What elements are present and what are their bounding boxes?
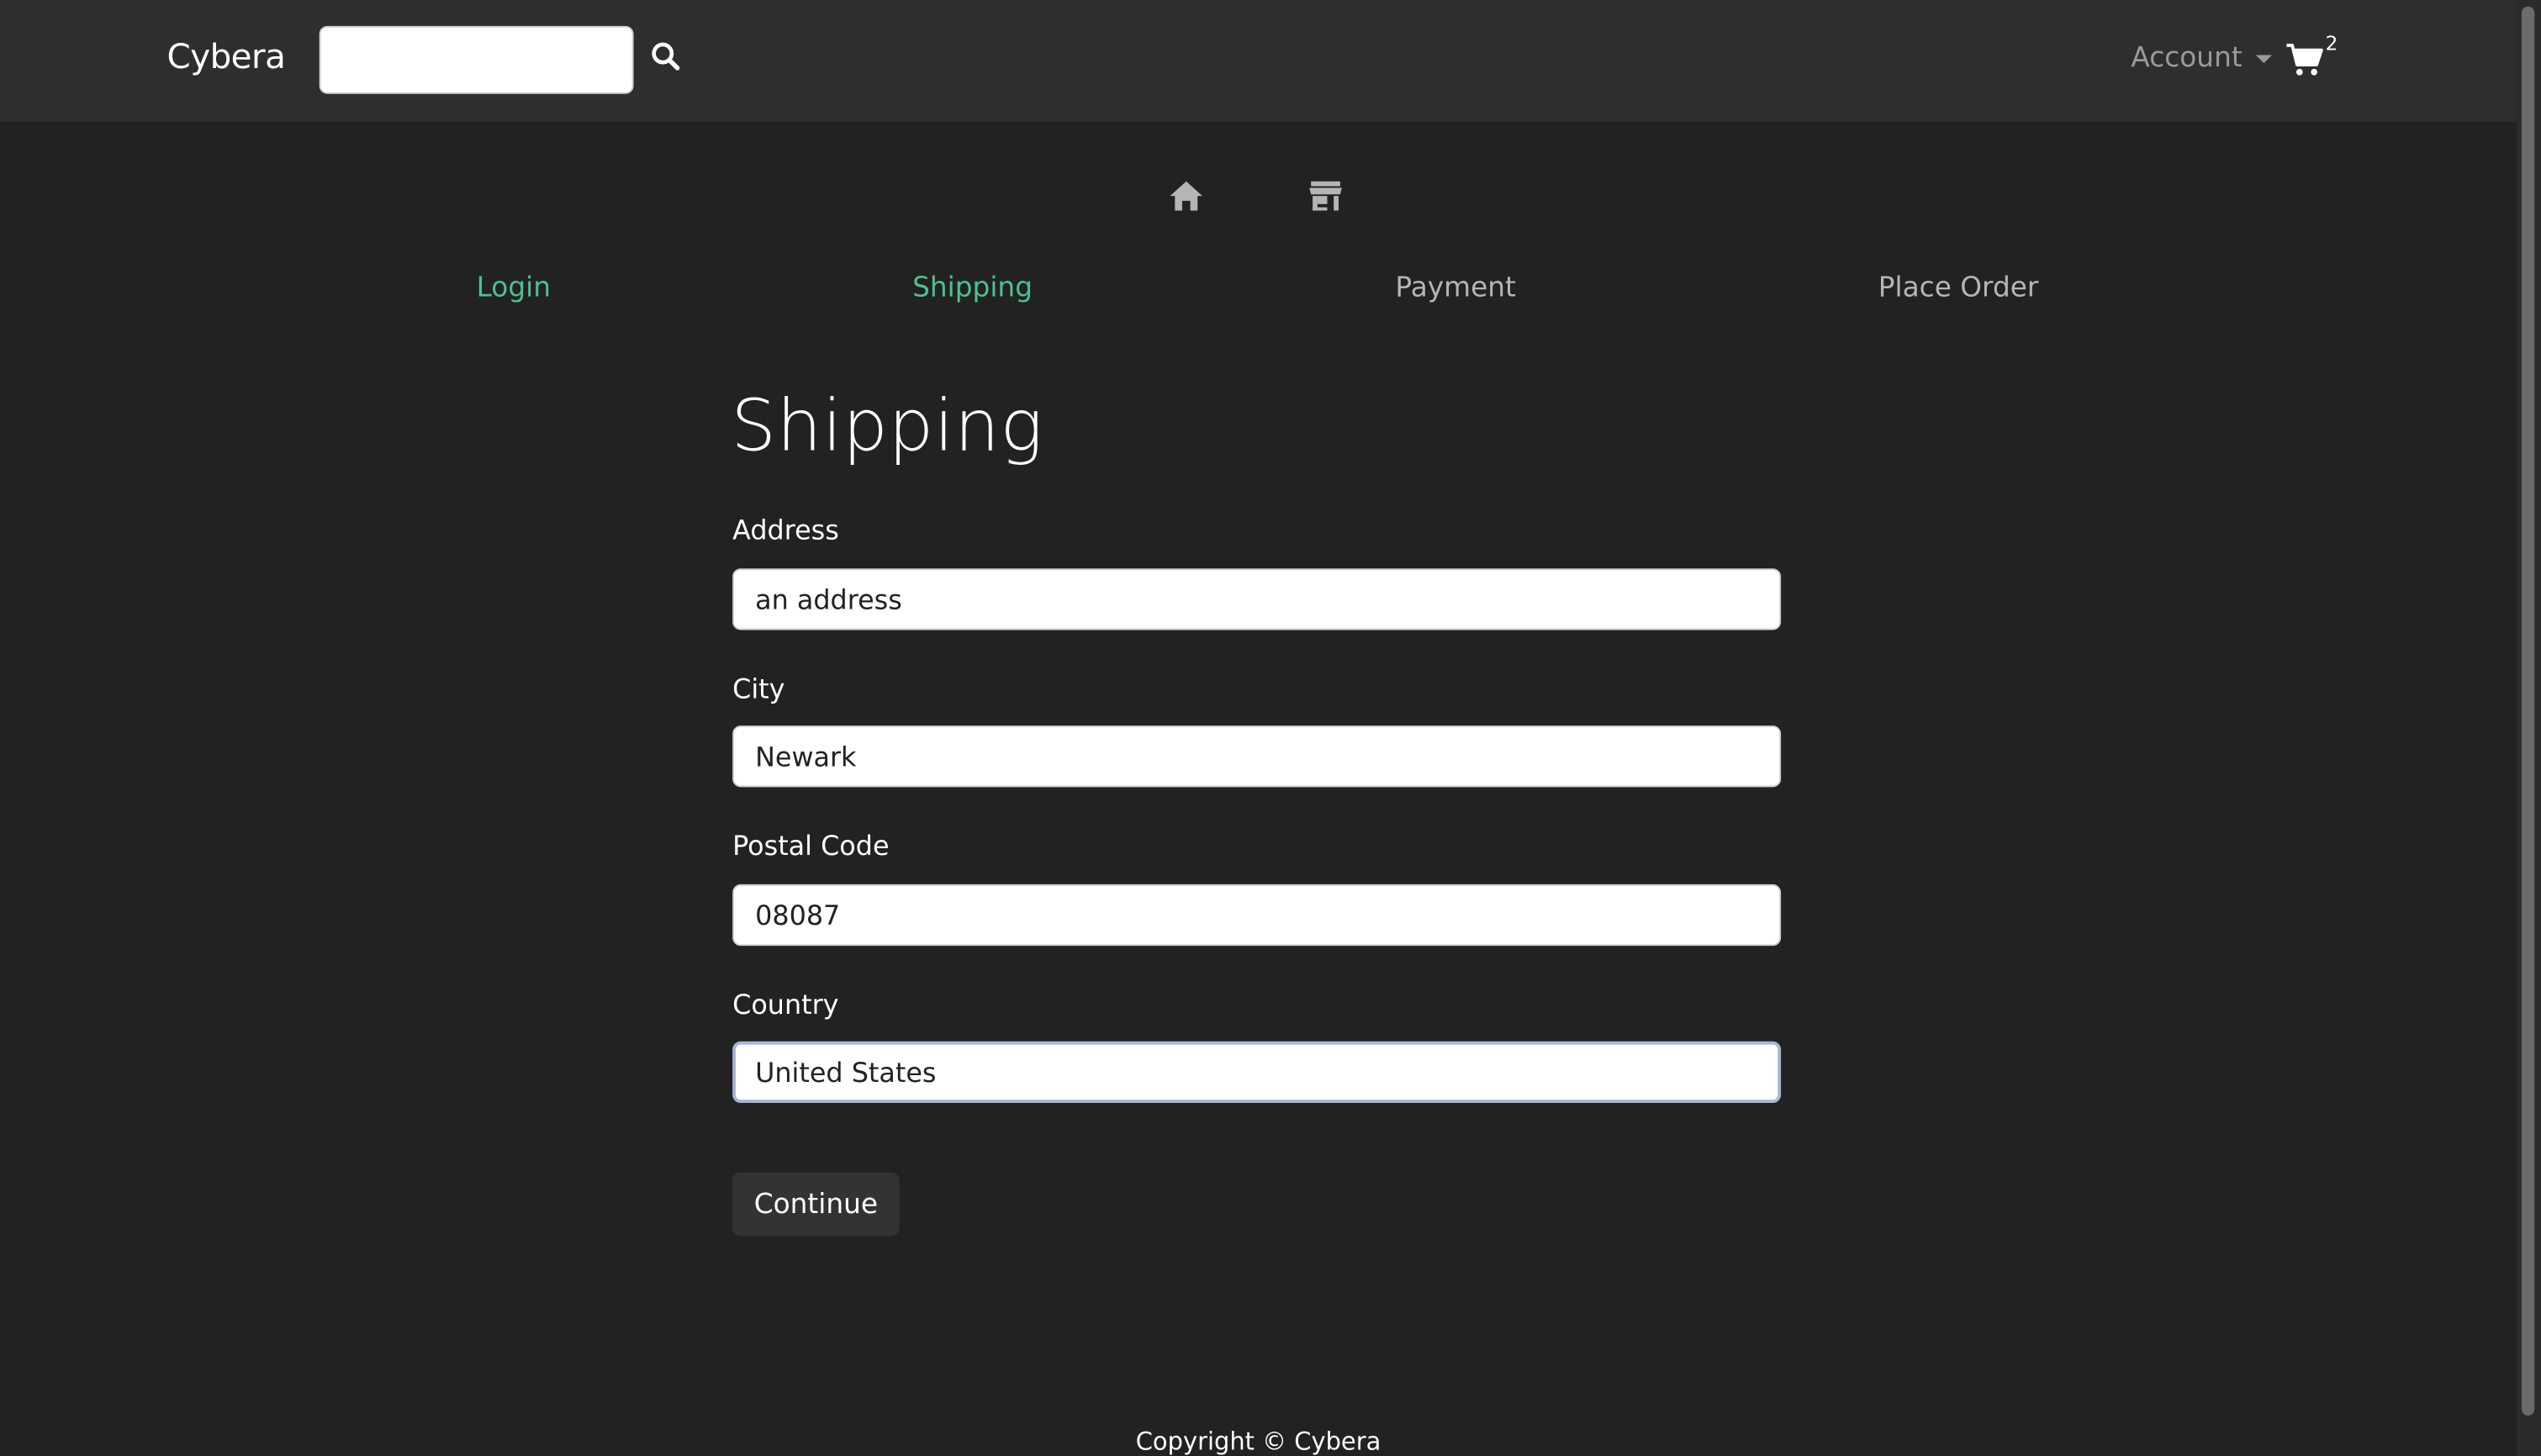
- postal-code-label: Postal Code: [732, 831, 890, 862]
- address-label: Address: [732, 514, 839, 546]
- step-login[interactable]: Login: [477, 272, 551, 305]
- navbar: Cybera Account 2: [0, 0, 2517, 122]
- step-place-order: Place Order: [1878, 272, 2039, 305]
- store-link[interactable]: [1306, 178, 1344, 214]
- account-dropdown-toggle[interactable]: Account: [2131, 42, 2272, 75]
- continue-button[interactable]: Continue: [732, 1172, 900, 1236]
- city-label: City: [732, 673, 785, 705]
- postal-code-input[interactable]: [732, 884, 1782, 947]
- step-payment: Payment: [1395, 272, 1516, 305]
- page: Cybera Account 2 Login Shipping Payment …: [0, 0, 2541, 1456]
- cart-count-badge: 2: [2325, 32, 2338, 55]
- search-icon: [652, 41, 680, 70]
- home-link[interactable]: [1167, 178, 1206, 214]
- cart-button[interactable]: [2285, 42, 2327, 77]
- address-input[interactable]: [732, 568, 1782, 630]
- footer-copyright: Copyright © Cybera: [1135, 1427, 1381, 1456]
- country-input[interactable]: [732, 1041, 1782, 1104]
- account-label: Account: [2131, 42, 2243, 75]
- chevron-down-icon: [2255, 54, 2272, 63]
- scrollbar-thumb[interactable]: [2521, 6, 2535, 1416]
- cart-icon: [2286, 44, 2323, 76]
- step-shipping[interactable]: Shipping: [912, 272, 1033, 305]
- page-title: Shipping: [731, 385, 1043, 468]
- store-icon: [1309, 181, 1342, 211]
- city-input[interactable]: [732, 725, 1782, 788]
- country-label: Country: [732, 989, 839, 1021]
- home-icon: [1170, 181, 1203, 211]
- search-input[interactable]: [319, 25, 634, 94]
- search-button[interactable]: [647, 39, 685, 77]
- brand-logo[interactable]: Cybera: [167, 37, 286, 76]
